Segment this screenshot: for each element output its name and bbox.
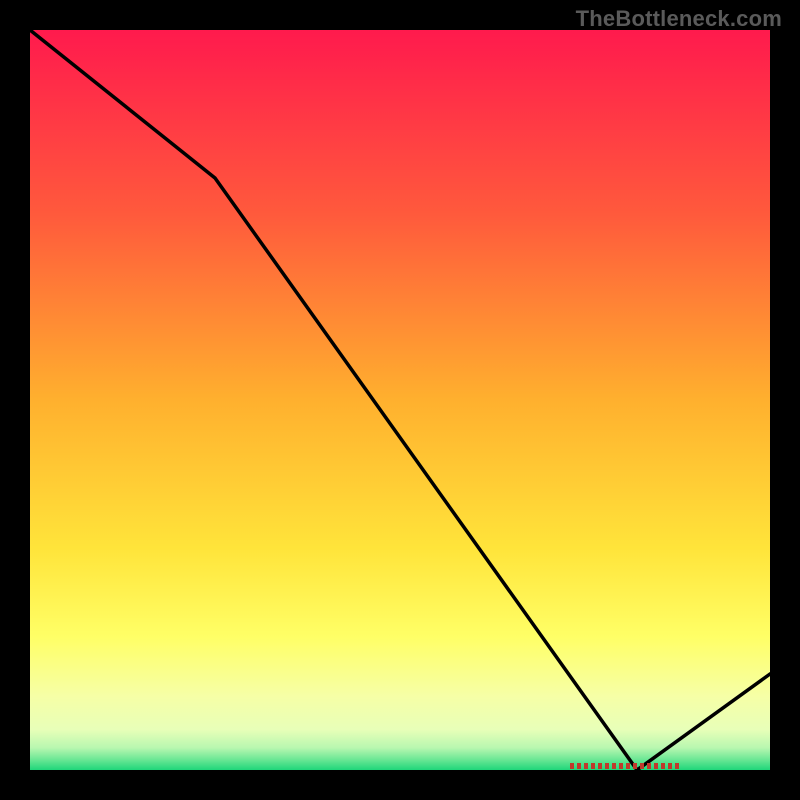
plot-area (30, 30, 770, 770)
chart-frame: TheBottleneck.com (0, 0, 800, 800)
chart-svg (30, 30, 770, 770)
watermark-text: TheBottleneck.com (576, 6, 782, 32)
gradient-background (30, 30, 770, 770)
